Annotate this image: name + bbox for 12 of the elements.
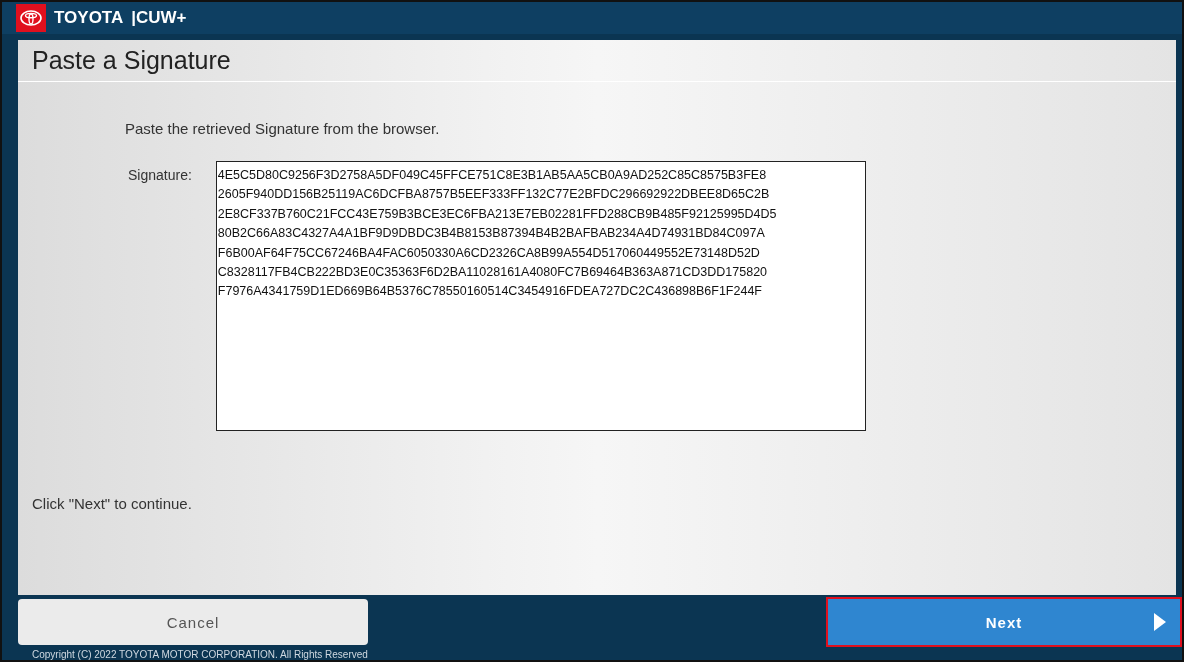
cancel-button[interactable]: Cancel [18,599,368,645]
product-name: |CUW+ [131,8,187,28]
page-title: Paste a Signature [18,40,1176,82]
next-button[interactable]: Next [828,599,1180,645]
continue-hint: Click "Next" to continue. [32,495,193,512]
copyright-text: Copyright (C) 2022 TOYOTA MOTOR CORPORATION. All Rights Reserved [32,649,369,660]
brand-name: TOYOTA [54,8,124,28]
signature-field[interactable]: 4E5C5D80C9256F3D2758A5DF049C45FFCE751C8E3B1AB5AA5CB0A9AD252C85C8575B3FE8 2605F940DD156B25119AC6DCFBA8757B5EEF333FF132C77E2BFDC296692922DBEE8D65C2B 2E8CF337B760C21FCC43E759B3BCE3EC6FBA213E7EB02281FFD288CB9B485F92125995D4D5 80B2C66A83C4327A4A1BF9D9DBDC3B4B8153B87394B4B2BAFBAB234A4D74931BD84C097A F6B00AF64F75CC67246BA4FAC6050330A6CD2326CA8B99A554D517060449552E73148D52D C8328117FB4CB222BD3E0C35363F6D2BA11028161A4080FC7B69464B363A871CD3DD175820 F7976A4341759D1ED669B64B5376C78550160514C3454916FDEA727DC2C436898B6F1F244F [215,161,866,431]
logo-icon [16,4,46,32]
play-arrow-icon [1154,613,1166,631]
instruction-text: Paste the retrieved Signature from the browser. [125,120,441,137]
field-label: Signature: [128,167,192,185]
